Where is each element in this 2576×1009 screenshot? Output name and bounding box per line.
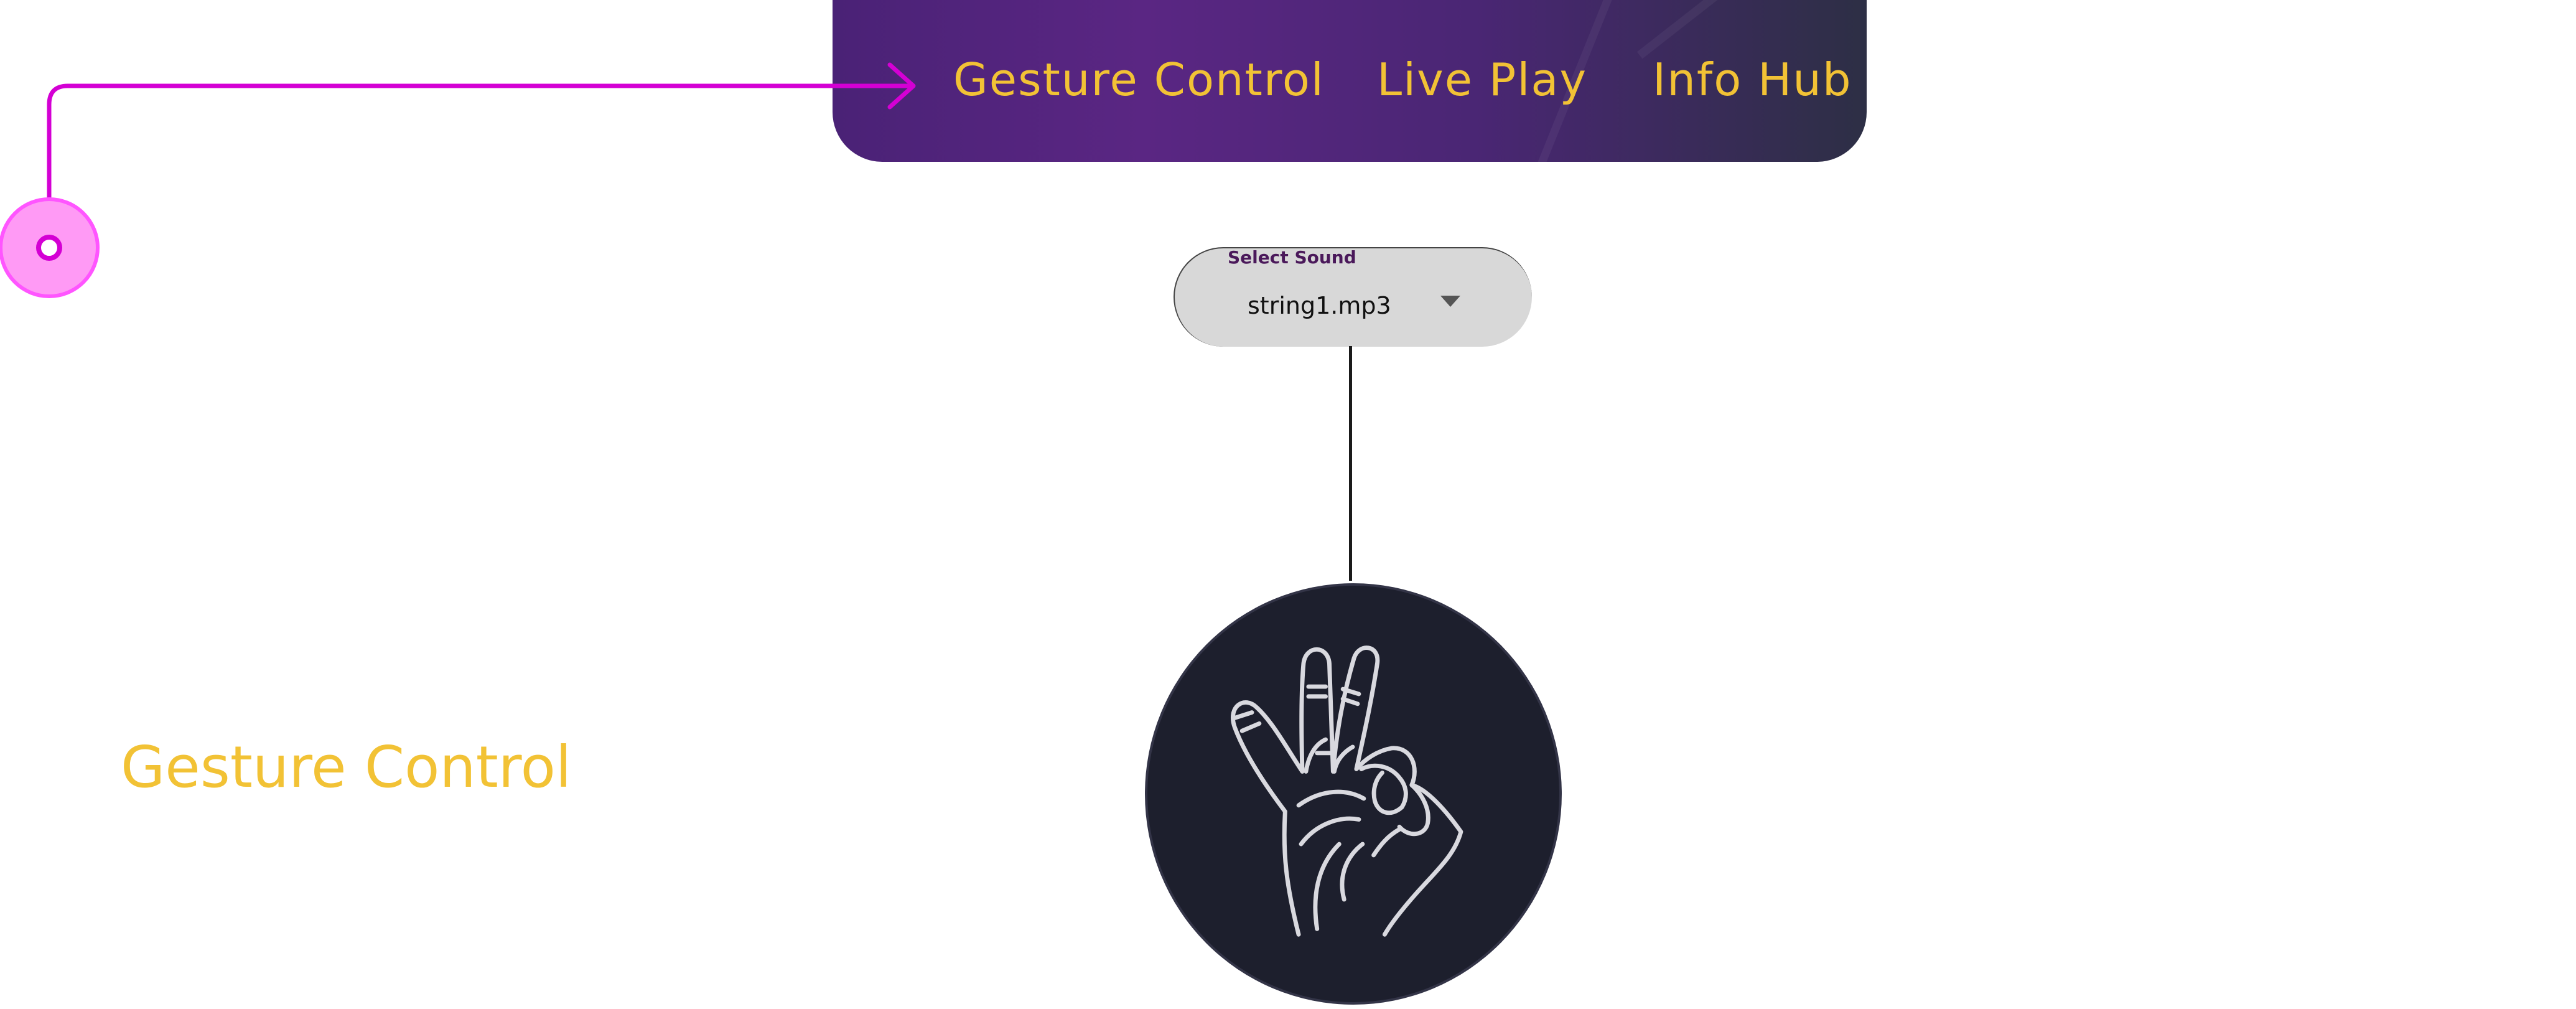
nav-item-gesture-control[interactable]: Gesture Control [953,57,1325,102]
tutorial-pointer [0,62,916,298]
gesture-preview [1145,583,1562,1005]
sound-select-dropdown[interactable]: Select Sound string1.mp3 [1174,247,1532,347]
tutorial-path [47,83,911,250]
nav-item-live-play[interactable]: Live Play [1377,57,1587,102]
dropdown-label: Select Sound [1228,247,1356,268]
ok-hand-icon [1231,645,1463,937]
tutorial-marker-dot [36,235,62,261]
top-navigation: Gesture Control Live Play Info Hub [833,0,1867,162]
page-title: Gesture Control [121,734,572,800]
nav-item-info-hub[interactable]: Info Hub [1653,57,1852,102]
dropdown-arrow-icon[interactable] [1440,296,1460,307]
selected-sound[interactable]: string1.mp3 [1248,294,1391,317]
tutorial-marker[interactable] [0,197,100,298]
connector-line [1349,346,1352,581]
